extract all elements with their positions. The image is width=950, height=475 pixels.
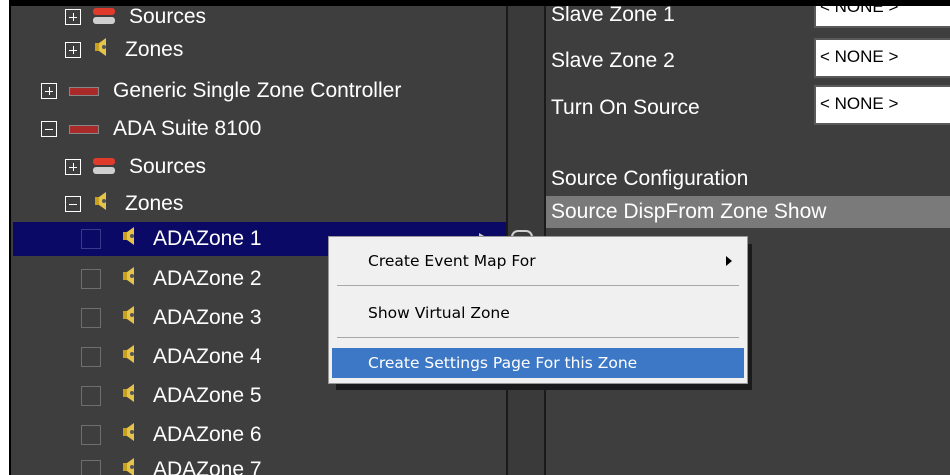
tree-row-sources-2[interactable]: Sources bbox=[65, 150, 206, 184]
prop-label-slave-zone-2: Slave Zone 2 bbox=[551, 49, 675, 72]
menu-item-show-virtual-zone[interactable]: Show Virtual Zone bbox=[332, 298, 744, 328]
tree-row-label: Zones bbox=[125, 38, 184, 61]
slave-zone-2-select[interactable]: < NONE > bbox=[814, 38, 950, 78]
expand-icon[interactable] bbox=[65, 42, 81, 58]
expand-icon[interactable] bbox=[65, 9, 81, 25]
tree-row-adazone-4[interactable]: ADAZone 4 bbox=[81, 340, 262, 374]
menu-item-label: Create Settings Page For this Zone bbox=[368, 354, 638, 372]
tree-row-label: Zones bbox=[125, 192, 184, 215]
tree-row-generic-controller[interactable]: Generic Single Zone Controller bbox=[41, 74, 401, 108]
tree-row-label: ADA Suite 8100 bbox=[113, 117, 262, 140]
source-config-header: Source DispFrom Zone Show bbox=[546, 196, 950, 228]
tree-row-adazone-5[interactable]: ADAZone 5 bbox=[81, 379, 262, 413]
tree-row-label: ADAZone 2 bbox=[153, 267, 262, 290]
zone-checkbox[interactable] bbox=[81, 425, 101, 445]
speaker-icon bbox=[121, 304, 139, 332]
tree-row-adazone-3[interactable]: ADAZone 3 bbox=[81, 301, 262, 335]
source-config-header-text: Source DispFrom Zone Show bbox=[551, 200, 827, 223]
zone-checkbox[interactable] bbox=[81, 308, 101, 328]
speaker-icon bbox=[93, 190, 111, 218]
submenu-arrow-icon bbox=[726, 256, 732, 266]
controller-icon bbox=[69, 124, 99, 134]
menu-item-create-settings-page[interactable]: Create Settings Page For this Zone bbox=[332, 348, 744, 378]
window-border bbox=[9, 0, 11, 475]
speaker-icon bbox=[121, 382, 139, 410]
window-border bbox=[9, 0, 950, 6]
tree-row-label: ADAZone 1 bbox=[153, 227, 262, 250]
zone-checkbox[interactable] bbox=[81, 386, 101, 406]
zone-checkbox[interactable] bbox=[81, 269, 101, 289]
expand-icon[interactable] bbox=[65, 159, 81, 175]
expand-icon[interactable] bbox=[41, 83, 57, 99]
collapse-icon[interactable] bbox=[65, 196, 81, 212]
menu-separator bbox=[337, 285, 739, 286]
tree-row-label: Generic Single Zone Controller bbox=[113, 79, 402, 102]
tree-row-label: ADAZone 7 bbox=[153, 458, 262, 475]
tree-row-label: ADAZone 4 bbox=[153, 345, 262, 368]
section-title: Source Configuration bbox=[551, 167, 749, 190]
tree-row-label: ADAZone 5 bbox=[153, 384, 262, 407]
tree-row-ada-suite[interactable]: ADA Suite 8100 bbox=[41, 112, 261, 146]
tree-row-label: ADAZone 3 bbox=[153, 306, 262, 329]
tree-row-adazone-6[interactable]: ADAZone 6 bbox=[81, 418, 262, 452]
tree-row-zones-1[interactable]: Zones bbox=[65, 33, 183, 67]
speaker-icon bbox=[121, 265, 139, 293]
speaker-icon bbox=[121, 343, 139, 371]
context-menu: Create Event Map For Show Virtual Zone C… bbox=[328, 236, 748, 384]
menu-separator bbox=[337, 337, 739, 338]
menu-item-label: Show Virtual Zone bbox=[368, 304, 510, 322]
tree-row-label: ADAZone 6 bbox=[153, 423, 262, 446]
turn-on-source-select[interactable]: < NONE > bbox=[814, 85, 950, 125]
source-icon bbox=[93, 8, 115, 26]
tree-row-adazone-7[interactable]: ADAZone 7 bbox=[81, 453, 262, 475]
zone-checkbox[interactable] bbox=[81, 460, 101, 475]
source-icon bbox=[93, 158, 115, 176]
zone-checkbox[interactable] bbox=[81, 229, 101, 249]
controller-icon bbox=[69, 86, 99, 96]
speaker-icon bbox=[121, 421, 139, 449]
prop-label-turn-on-source: Turn On Source bbox=[551, 96, 700, 119]
tree-row-adazone-1[interactable]: ADAZone 1 bbox=[81, 222, 262, 256]
tree-row-label: Sources bbox=[129, 155, 207, 178]
speaker-icon bbox=[121, 225, 139, 253]
menu-item-create-event-map[interactable]: Create Event Map For bbox=[332, 246, 744, 276]
tree-row-adazone-2[interactable]: ADAZone 2 bbox=[81, 262, 262, 296]
menu-item-label: Create Event Map For bbox=[368, 252, 536, 270]
prop-label-slave-zone-1: Slave Zone 1 bbox=[551, 3, 675, 26]
tree-row-zones-2[interactable]: Zones bbox=[65, 187, 183, 221]
speaker-icon bbox=[93, 36, 111, 64]
zone-checkbox[interactable] bbox=[81, 347, 101, 367]
speaker-icon bbox=[121, 456, 139, 475]
collapse-icon[interactable] bbox=[41, 121, 57, 137]
